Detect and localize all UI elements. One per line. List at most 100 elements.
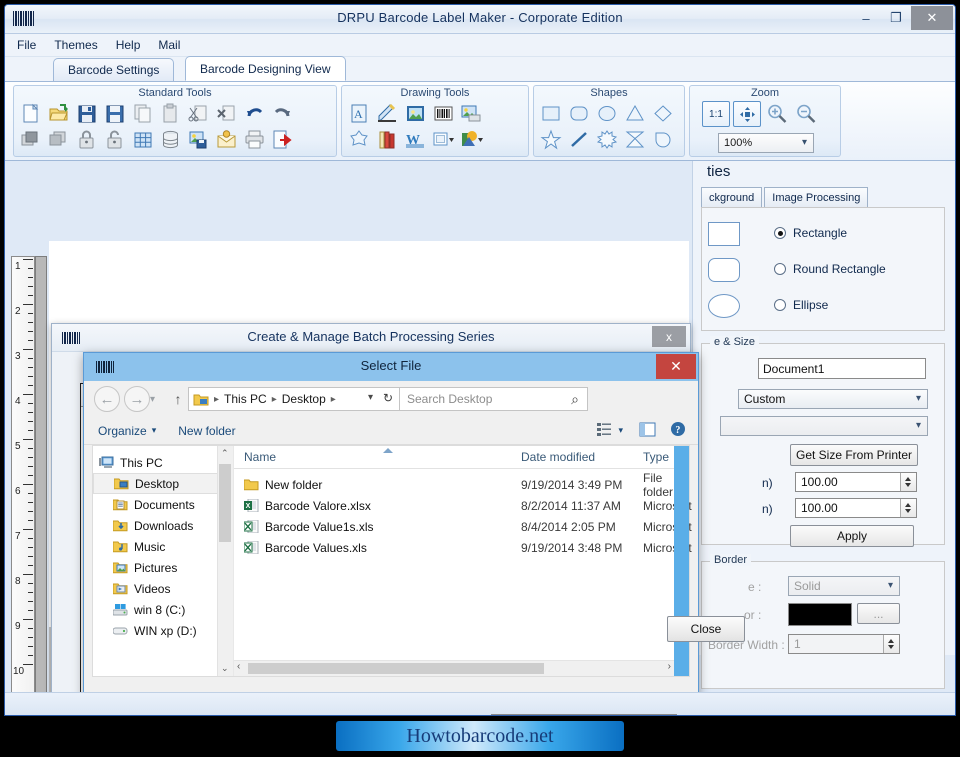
view-mode-icon[interactable] bbox=[596, 422, 612, 439]
nav-item-partial[interactable] bbox=[93, 641, 233, 662]
column-header-name[interactable]: Name bbox=[244, 450, 276, 464]
spinner-buttons[interactable] bbox=[900, 499, 916, 517]
nav-item-desktop[interactable]: Desktop bbox=[93, 473, 233, 494]
shape-dropdown-icon[interactable] bbox=[430, 127, 455, 151]
batch-close-button[interactable]: Close bbox=[667, 616, 745, 642]
signature-shape-dropdown-icon[interactable] bbox=[458, 127, 483, 151]
menu-item-file[interactable]: File bbox=[17, 38, 36, 52]
apply-button[interactable]: Apply bbox=[790, 525, 914, 547]
tab-barcode-designing-view[interactable]: Barcode Designing View bbox=[185, 56, 346, 81]
border-color-swatch[interactable] bbox=[788, 603, 852, 626]
scrollbar-thumb[interactable] bbox=[219, 464, 231, 542]
line-shape-icon[interactable] bbox=[566, 127, 591, 151]
chevron-down-icon[interactable]: ▾ bbox=[618, 425, 623, 436]
document-name-input[interactable]: Document1 bbox=[758, 358, 926, 379]
paper-size-select[interactable]: Custom ▾ bbox=[738, 389, 928, 409]
height-spinner[interactable]: 100.00 bbox=[795, 498, 917, 518]
ellipse-shape-icon[interactable] bbox=[594, 101, 619, 125]
file-row-barcode-valore[interactable]: X Barcode Valore.xlsx 8/2/2014 11:37 AM … bbox=[234, 495, 692, 516]
cut-icon[interactable] bbox=[186, 101, 211, 125]
tab-background[interactable]: ckground bbox=[701, 187, 763, 208]
round-rectangle-shape-icon[interactable] bbox=[566, 101, 591, 125]
radio-ellipse[interactable]: Ellipse bbox=[774, 298, 828, 312]
redo-icon[interactable] bbox=[270, 101, 295, 125]
menu-item-mail[interactable]: Mail bbox=[158, 38, 180, 52]
four-point-star-icon[interactable] bbox=[622, 127, 647, 151]
chevron-down-icon[interactable]: ▾ bbox=[152, 425, 157, 436]
copy-icon[interactable] bbox=[130, 101, 155, 125]
maximize-button[interactable]: ❐ bbox=[881, 6, 911, 30]
nav-item-downloads[interactable]: Downloads bbox=[93, 515, 233, 536]
undo-icon[interactable] bbox=[242, 101, 267, 125]
spinner-buttons[interactable] bbox=[883, 635, 899, 653]
scroll-left-arrow-icon[interactable]: ‹ bbox=[237, 661, 240, 672]
menu-item-themes[interactable]: Themes bbox=[54, 38, 97, 52]
paste-icon[interactable] bbox=[158, 101, 183, 125]
send-to-back-icon[interactable] bbox=[46, 127, 71, 151]
books-library-icon[interactable] bbox=[374, 127, 399, 151]
border-width-spinner[interactable]: 1 bbox=[788, 634, 900, 654]
save-image-icon[interactable] bbox=[186, 127, 211, 151]
save-icon[interactable] bbox=[74, 101, 99, 125]
zoom-level-select[interactable]: 100% ▾ bbox=[718, 133, 814, 153]
zoom-in-icon[interactable] bbox=[764, 101, 790, 125]
scrollbar-thumb[interactable] bbox=[248, 663, 544, 674]
diamond-shape-icon[interactable] bbox=[650, 101, 675, 125]
text-tool-icon[interactable]: A bbox=[346, 101, 371, 125]
breadcrumb-item-this-pc[interactable]: This PC bbox=[224, 392, 267, 406]
pie-shape-icon[interactable] bbox=[650, 127, 675, 151]
zoom-fit-button[interactable] bbox=[733, 101, 761, 127]
open-file-icon[interactable] bbox=[46, 101, 71, 125]
tab-image-processing[interactable]: Image Processing bbox=[764, 187, 869, 208]
picture-frame-icon[interactable] bbox=[458, 101, 483, 125]
nav-item-winxp-d[interactable]: WIN xp (D:) bbox=[93, 620, 233, 641]
print-icon[interactable] bbox=[242, 127, 267, 151]
unlock-icon[interactable] bbox=[102, 127, 127, 151]
select-file-close-button[interactable]: ✕ bbox=[656, 354, 696, 379]
forward-button[interactable]: → bbox=[124, 386, 150, 412]
triangle-shape-icon[interactable] bbox=[622, 101, 647, 125]
delete-icon[interactable] bbox=[214, 101, 239, 125]
nav-item-this-pc[interactable]: This PC bbox=[93, 452, 233, 473]
width-spinner[interactable]: 100.00 bbox=[795, 472, 917, 492]
breadcrumb-item-desktop[interactable]: Desktop bbox=[282, 392, 326, 406]
scroll-down-arrow-icon[interactable]: ⌄ bbox=[221, 663, 229, 674]
get-size-from-printer-button[interactable]: Get Size From Printer bbox=[790, 444, 918, 466]
rectangle-shape-icon[interactable] bbox=[538, 101, 563, 125]
preview-pane-icon[interactable] bbox=[639, 422, 656, 440]
file-row-barcode-value1s[interactable]: Barcode Value1s.xls 8/4/2014 2:05 PM Mic… bbox=[234, 516, 692, 537]
paper-sub-select[interactable]: ▾ bbox=[720, 416, 928, 436]
file-list-horizontal-scrollbar[interactable]: ‹ › bbox=[234, 660, 674, 676]
zoom-out-icon[interactable] bbox=[793, 101, 819, 125]
search-input[interactable]: Search Desktop ⌕ bbox=[400, 387, 588, 411]
column-header-date-modified[interactable]: Date modified bbox=[521, 450, 595, 464]
back-button[interactable]: ← bbox=[94, 386, 120, 412]
close-button[interactable]: ✕ bbox=[911, 6, 953, 30]
organize-button[interactable]: Organize bbox=[98, 424, 147, 438]
export-icon[interactable] bbox=[270, 127, 295, 151]
help-icon[interactable]: ? bbox=[670, 421, 686, 440]
nav-item-win8-c[interactable]: win 8 (C:) bbox=[93, 599, 233, 620]
barcode-tool-icon[interactable] bbox=[430, 101, 455, 125]
lock-icon[interactable] bbox=[74, 127, 99, 151]
menu-item-help[interactable]: Help bbox=[116, 38, 141, 52]
nav-item-documents[interactable]: Documents bbox=[93, 494, 233, 515]
minimize-button[interactable]: – bbox=[851, 6, 881, 30]
history-dropdown-icon[interactable]: ▾ bbox=[150, 394, 158, 405]
filter-option-excel[interactable]: Excel File (*.xls,*.xlsx) bbox=[492, 715, 676, 716]
column-header-type[interactable]: Type bbox=[643, 450, 669, 464]
scroll-right-arrow-icon[interactable]: › bbox=[668, 661, 671, 672]
freeform-shape-icon[interactable] bbox=[346, 127, 371, 151]
nav-item-music[interactable]: Music bbox=[93, 536, 233, 557]
scroll-up-arrow-icon[interactable]: ⌃ bbox=[221, 448, 229, 459]
database-icon[interactable] bbox=[158, 127, 183, 151]
chevron-down-icon[interactable]: ▾ bbox=[368, 392, 373, 403]
bring-to-front-icon[interactable] bbox=[18, 127, 43, 151]
grid-table-icon[interactable] bbox=[130, 127, 155, 151]
save-as-icon[interactable] bbox=[102, 101, 127, 125]
zoom-actual-size-button[interactable]: 1:1 bbox=[702, 101, 730, 127]
burst-shape-icon[interactable] bbox=[594, 127, 619, 151]
batch-dialog-close-button[interactable]: x bbox=[652, 326, 686, 347]
nav-item-pictures[interactable]: Pictures bbox=[93, 557, 233, 578]
radio-round-rectangle[interactable]: Round Rectangle bbox=[774, 262, 886, 276]
